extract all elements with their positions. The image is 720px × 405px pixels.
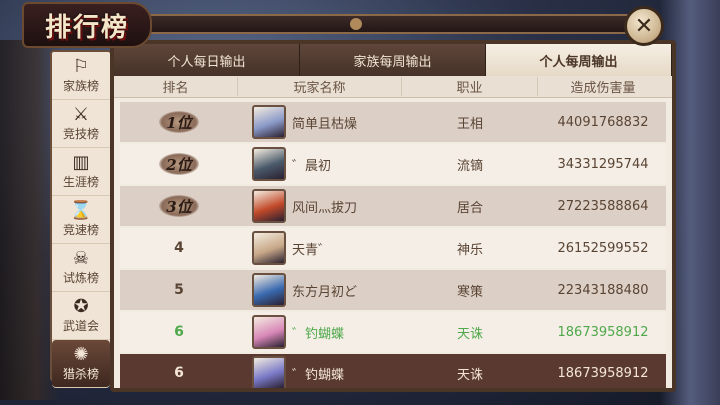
rank-badge: 1位	[159, 111, 199, 133]
sidebar-item-2[interactable]: ▥ 生涯榜	[52, 148, 110, 196]
job-cell: 神乐	[456, 242, 483, 258]
rank-cell: 6	[120, 365, 238, 381]
rank-badge: 6	[174, 324, 184, 340]
job-cell: 寒策	[456, 284, 483, 300]
leaderboard-title-plate: 排行榜	[22, 2, 152, 48]
table-row[interactable]: 3位 风间灬拔刀 居合 27223588864	[120, 186, 666, 226]
player-cell: ゛钓蝴蝶	[238, 356, 402, 388]
close-button[interactable]: ✕	[624, 6, 664, 46]
demon-mask-icon: ☠	[72, 248, 90, 269]
column-job: 职业	[402, 77, 538, 96]
ranking-list: 1位 简单且枯燥 王相 44091768832 2位 ゛晨初 流镝 34331295744 3位…	[114, 98, 672, 388]
damage-cell: 26152599552	[557, 240, 649, 256]
rank-badge: 2位	[159, 153, 199, 175]
job-cell: 天诛	[456, 326, 483, 342]
job-cell: 天诛	[456, 367, 483, 383]
hourglass-icon: ⌛	[69, 200, 93, 221]
avatar[interactable]	[252, 315, 286, 349]
player-cell: 东方月初ど	[238, 273, 402, 307]
tab-0[interactable]: 个人每日输出	[114, 44, 300, 76]
sidebar-item-6[interactable]: ✺ 猎杀榜	[52, 340, 110, 388]
crossed-swords-icon: ⚔	[72, 104, 90, 125]
sidebar-item-0[interactable]: ⚐ 家族榜	[52, 52, 110, 100]
leaderboard-panel: 个人每日输出 家族每周输出 个人每周输出 排名 玩家名称 职业 造成伤害量 1位 简单…	[110, 40, 676, 392]
hunt-icon: ✺	[73, 344, 89, 365]
rank-badge: 4	[174, 240, 184, 256]
player-name: 天青゛	[292, 242, 332, 258]
ornament-knot	[350, 18, 362, 30]
job-cell: 流镝	[456, 158, 483, 174]
sidebar-item-3[interactable]: ⌛ 竞速榜	[52, 196, 110, 244]
rank-badge: 5	[174, 282, 184, 298]
column-damage: 造成伤害量	[570, 81, 636, 96]
player-name: ゛晨初	[292, 158, 332, 174]
book-icon: ▥	[72, 152, 90, 173]
avatar[interactable]	[252, 147, 286, 181]
page-title: 排行榜	[44, 12, 129, 43]
sidebar-item-label: 猎杀榜	[62, 367, 99, 381]
table-row[interactable]: 6 ゛钓蝴蝶 天诛 18673958912	[120, 312, 666, 352]
player-cell: 天青゛	[238, 231, 402, 265]
player-name: ゛钓蝴蝶	[292, 326, 345, 342]
job-cell: 居合	[456, 200, 483, 216]
sidebar-item-1[interactable]: ⚔ 竞技榜	[52, 100, 110, 148]
player-name: 简单且枯燥	[292, 116, 358, 132]
sidebar-item-label: 家族榜	[62, 79, 99, 93]
rank-badge: 3位	[159, 195, 199, 217]
leaderboard-category-sidebar: ⚐ 家族榜 ⚔ 竞技榜 ▥ 生涯榜 ⌛ 竞速榜 ☠ 试炼榜 ✪ 武道会 ✺ 猎杀榜	[50, 50, 112, 388]
table-row[interactable]: 5 东方月初ど 寒策 22343188480	[120, 270, 666, 310]
rank-cell: 2位	[120, 153, 238, 175]
close-icon: ✕	[634, 13, 654, 39]
player-cell: 简单且枯燥	[238, 105, 402, 139]
family-icon: ⚐	[72, 56, 90, 77]
tab-2[interactable]: 个人每周输出	[486, 44, 672, 76]
rank-cell: 4	[120, 240, 238, 256]
table-header: 排名 玩家名称 职业 造成伤害量	[114, 76, 672, 98]
avatar[interactable]	[252, 356, 286, 388]
table-row[interactable]: 2位 ゛晨初 流镝 34331295744	[120, 144, 666, 184]
player-name: 东方月初ど	[292, 284, 358, 300]
damage-cell: 22343188480	[557, 282, 649, 298]
sidebar-item-label: 竞技榜	[62, 127, 99, 141]
rank-cell: 1位	[120, 111, 238, 133]
rank-cell: 5	[120, 282, 238, 298]
tab-1[interactable]: 家族每周输出	[300, 44, 486, 76]
player-cell: ゛钓蝴蝶	[238, 315, 402, 349]
avatar[interactable]	[252, 273, 286, 307]
title-bar	[140, 14, 660, 34]
column-player: 玩家名称	[238, 77, 402, 96]
table-row[interactable]: 6 ゛钓蝴蝶 天诛 18673958912	[120, 354, 666, 388]
player-name: 风间灬拔刀	[292, 200, 358, 216]
sidebar-item-label: 武道会	[62, 319, 99, 333]
damage-cell: 34331295744	[557, 156, 649, 172]
damage-cell: 44091768832	[557, 114, 649, 130]
sidebar-item-label: 生涯榜	[62, 175, 99, 189]
player-cell: 风间灬拔刀	[238, 189, 402, 223]
avatar[interactable]	[252, 105, 286, 139]
martial-arts-icon: ✪	[73, 296, 89, 317]
damage-cell: 27223588864	[557, 198, 649, 214]
sidebar-item-4[interactable]: ☠ 试炼榜	[52, 244, 110, 292]
avatar[interactable]	[252, 231, 286, 265]
leaderboard-tabs: 个人每日输出 家族每周输出 个人每周输出	[114, 44, 672, 76]
damage-cell: 18673958912	[557, 365, 649, 381]
table-row[interactable]: 1位 简单且枯燥 王相 44091768832	[120, 102, 666, 142]
damage-cell: 18673958912	[557, 324, 649, 340]
player-name: ゛钓蝴蝶	[292, 367, 345, 383]
column-rank: 排名	[114, 77, 238, 96]
table-row[interactable]: 4 天青゛ 神乐 26152599552	[120, 228, 666, 268]
rank-badge: 6	[174, 365, 184, 381]
rank-cell: 3位	[120, 195, 238, 217]
sidebar-item-label: 竞速榜	[62, 223, 99, 237]
job-cell: 王相	[456, 116, 483, 132]
rank-cell: 6	[120, 324, 238, 340]
player-cell: ゛晨初	[238, 147, 402, 181]
avatar[interactable]	[252, 189, 286, 223]
sidebar-item-5[interactable]: ✪ 武道会	[52, 292, 110, 340]
sidebar-item-label: 试炼榜	[62, 271, 99, 285]
